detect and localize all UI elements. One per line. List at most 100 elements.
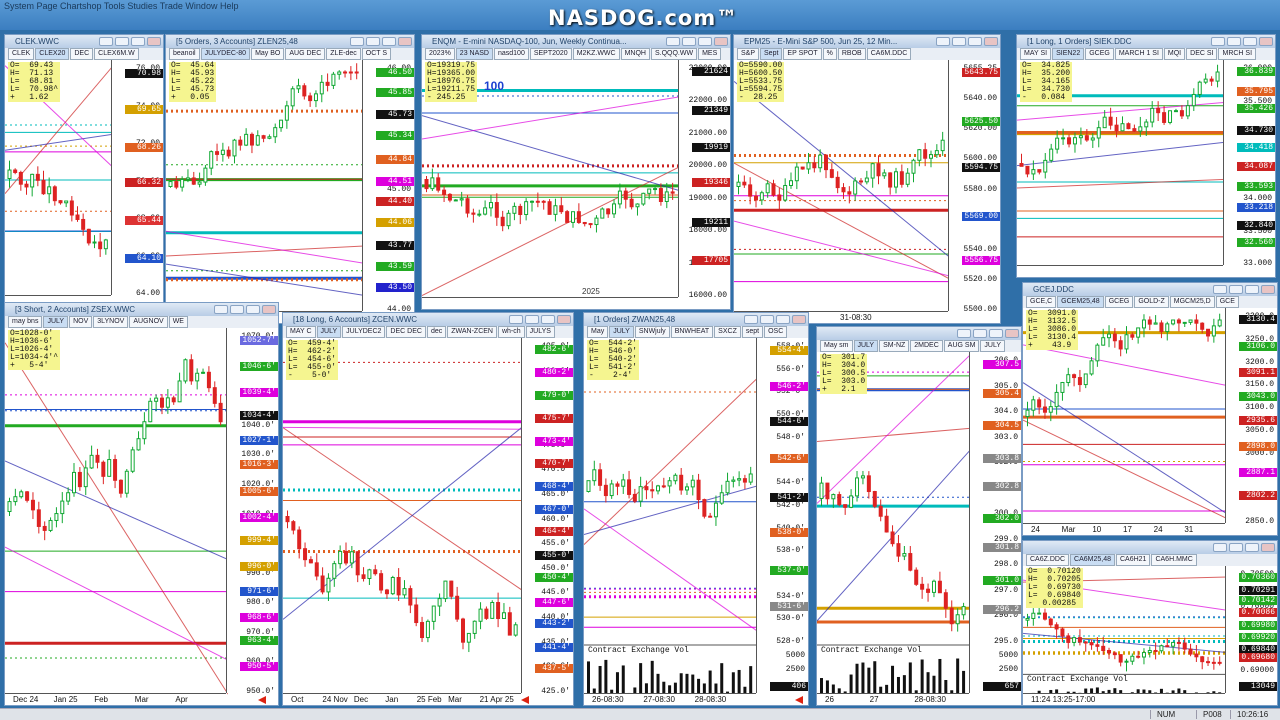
window-title-bar[interactable]: [1 Orders] ZWAN25,48 [584,313,808,326]
restore-button[interactable] [968,37,982,46]
symbol-tab[interactable]: S.QQQ.WW [650,48,698,60]
close-button[interactable] [262,305,276,314]
symbol-tab[interactable]: sept [741,326,764,338]
symbol-tab[interactable]: wh-ch [497,326,525,338]
window-title-bar[interactable] [1023,541,1277,554]
window-title-bar[interactable]: [5 Orders, 3 Accounts] ZLEN25,48 [166,35,414,48]
symbol-tab[interactable]: OSC [764,326,788,338]
close-button[interactable] [792,315,806,324]
symbol-tab[interactable]: 3LYNOV [93,316,129,328]
minimize-button[interactable] [1211,37,1225,46]
time-axis[interactable]: 24 Mar 10 17 24 31 [1023,523,1225,535]
maximize-button[interactable] [1227,37,1241,46]
symbol-tab[interactable]: GOLD-Z [1134,296,1169,308]
enq-chart-window[interactable]: ENQM - E-mini NASDAQ-100, Jun, Weekly Co… [421,34,731,310]
time-axis[interactable]: Dec 24 Jan 25 Feb Mar Apr [5,693,226,705]
symbol-tab[interactable]: SM-NZ [879,340,910,352]
symbol-tab[interactable]: SIEN22 [1052,48,1085,60]
symbol-tab[interactable]: May [587,326,609,338]
symbol-tab[interactable]: ZLE-dec [326,48,361,60]
symbol-tab[interactable]: Sept [760,48,783,60]
time-axis[interactable]: 26-08:30 27-08:30 28-08:30 [584,693,756,705]
close-button[interactable] [984,37,998,46]
scroll-left-arrow-icon[interactable] [521,696,529,704]
symbol-tab[interactable]: CA6M25,48 [1070,554,1115,566]
price-axis[interactable]: 3300.03250.03200.03150.03100.03050.03000… [1225,308,1277,526]
symbol-tab[interactable]: JULY [43,316,69,328]
symbol-tab[interactable]: MRCH SI [1218,48,1257,60]
symbol-tab[interactable]: dec [426,326,447,338]
close-button[interactable] [1261,285,1275,294]
restore-button[interactable] [989,329,1003,338]
symbol-tab[interactable]: ZWAN-ZCEN [447,326,497,338]
restore-button[interactable] [1243,37,1257,46]
ca6-chart-window[interactable]: CA6Z.DDC CA6M25,48 CA6H21 CA6H.MMC O= 0.7012… [1022,540,1278,706]
minimize-button[interactable] [1213,285,1227,294]
symbol-tab[interactable]: JULY [609,326,634,338]
symbol-tab[interactable]: CA6H21 [1115,554,1151,566]
close-button[interactable] [147,37,161,46]
window-title-bar[interactable]: EPM25 - E-Mini S&P 500, Jun 25, 12 Min..… [734,35,1000,48]
scroll-left-arrow-icon[interactable] [258,696,266,704]
symbol-tab[interactable]: DEC [70,48,94,60]
price-axis[interactable]: 558-0'556-0'552-0'550-0'548-0'546-0'544-… [756,338,808,693]
symbol-tab[interactable]: S&P [737,48,760,60]
price-axis[interactable]: 0.705000.700000.695000.690000.703600.702… [1225,566,1277,693]
maximize-button[interactable] [682,37,696,46]
siek-chart-window[interactable]: [1 Long, 1 Orders] SIEK.DDC MAY SI SIEN22 G… [1016,34,1276,278]
time-axis[interactable]: 26 27 28-08:30 [817,693,969,705]
maximize-button[interactable] [525,315,539,324]
restore-button[interactable] [131,37,145,46]
symbol-tab[interactable]: DEC DEC [386,326,426,338]
symbol-tab[interactable]: MQI [1163,48,1186,60]
symbol-tab[interactable]: % [822,48,837,60]
symbol-tab[interactable]: MES [698,48,722,60]
minimize-button[interactable] [509,315,523,324]
window-title-bar[interactable]: [1 Long, 1 Orders] SIEK.DDC [1017,35,1275,48]
minimize-button[interactable] [666,37,680,46]
symbol-tab[interactable]: GCEM25,48 [1057,296,1104,308]
zlen-chart-window[interactable]: [5 Orders, 3 Accounts] ZLEN25,48 beanoil J… [165,34,415,324]
close-button[interactable] [398,37,412,46]
price-axis[interactable]: 5655.255640.005620.005600.005580.005560.… [948,60,1000,314]
restore-button[interactable] [776,315,790,324]
symbol-tab[interactable]: SXCZ [714,326,741,338]
price-axis[interactable]: 495.0'490.0'485.0'480.0'475.0'470.0'465.… [521,338,573,696]
symbol-tab[interactable]: EP SPOT [783,48,822,60]
maximize-button[interactable] [230,305,244,314]
symbol-tab[interactable]: MNQH [620,48,650,60]
minimize-button[interactable] [957,329,971,338]
symbol-tab[interactable]: WE [168,316,188,328]
window-title-bar[interactable]: CLEK.WWC [5,35,163,48]
symbol-tab[interactable]: BNWHEAT [670,326,714,338]
maximize-button[interactable] [366,37,380,46]
maximize-button[interactable] [952,37,966,46]
time-axis[interactable] [422,297,678,309]
symbol-tab[interactable]: MGCM25,D [1169,296,1215,308]
menu-bar[interactable]: System Page Chartshop Tools Studies Trad… [4,1,238,11]
close-button[interactable] [1261,543,1275,552]
symbol-tab[interactable]: GCE [1215,296,1239,308]
symbol-tab[interactable]: CA6H.MMC [1151,554,1197,566]
symbol-tab[interactable]: AUG SM [943,340,980,352]
symbol-tab[interactable]: M2KZ.WWC [572,48,620,60]
symbol-tab[interactable]: OCT S [361,48,392,60]
symbol-tab[interactable]: JULY [853,340,879,352]
gce-chart-window[interactable]: GCEJ.DDC GCE,C GCEM25,48 GCEG GOLD-Z MGCM25,D… [1022,282,1278,536]
maximize-button[interactable] [973,329,987,338]
soy-chart-window[interactable]: May sm JULY SM-NZ 2MDEC AUG SM JULY O= 301.7 H=… [816,326,1022,706]
close-button[interactable] [714,37,728,46]
minimize-button[interactable] [1213,543,1227,552]
symbol-tab[interactable]: AUG DEC [285,48,326,60]
symbol-tab[interactable]: May sm [820,340,853,352]
scroll-left-arrow-icon[interactable] [795,696,803,704]
symbol-tab[interactable]: GCEG [1085,48,1114,60]
symbol-tab[interactable]: JULYDEC-80 [200,48,251,60]
symbol-tab[interactable]: CA6Z.DDC [1026,554,1070,566]
epm-chart-window[interactable]: EPM25 - E-Mini S&P 500, Jun 25, 12 Min..… [733,34,1001,324]
close-button[interactable] [557,315,571,324]
symbol-tab[interactable]: SEPT2020 [529,48,572,60]
clek-chart-window[interactable]: CLEK.WWC CLEK CLEX20 DEC CLEX6M.W O= 69.43 H= … [4,34,164,308]
price-axis[interactable]: 306.0305.0304.0303.0302.0301.0300.0299.0… [969,352,1021,693]
symbol-tab[interactable]: CLEX20 [35,48,70,60]
